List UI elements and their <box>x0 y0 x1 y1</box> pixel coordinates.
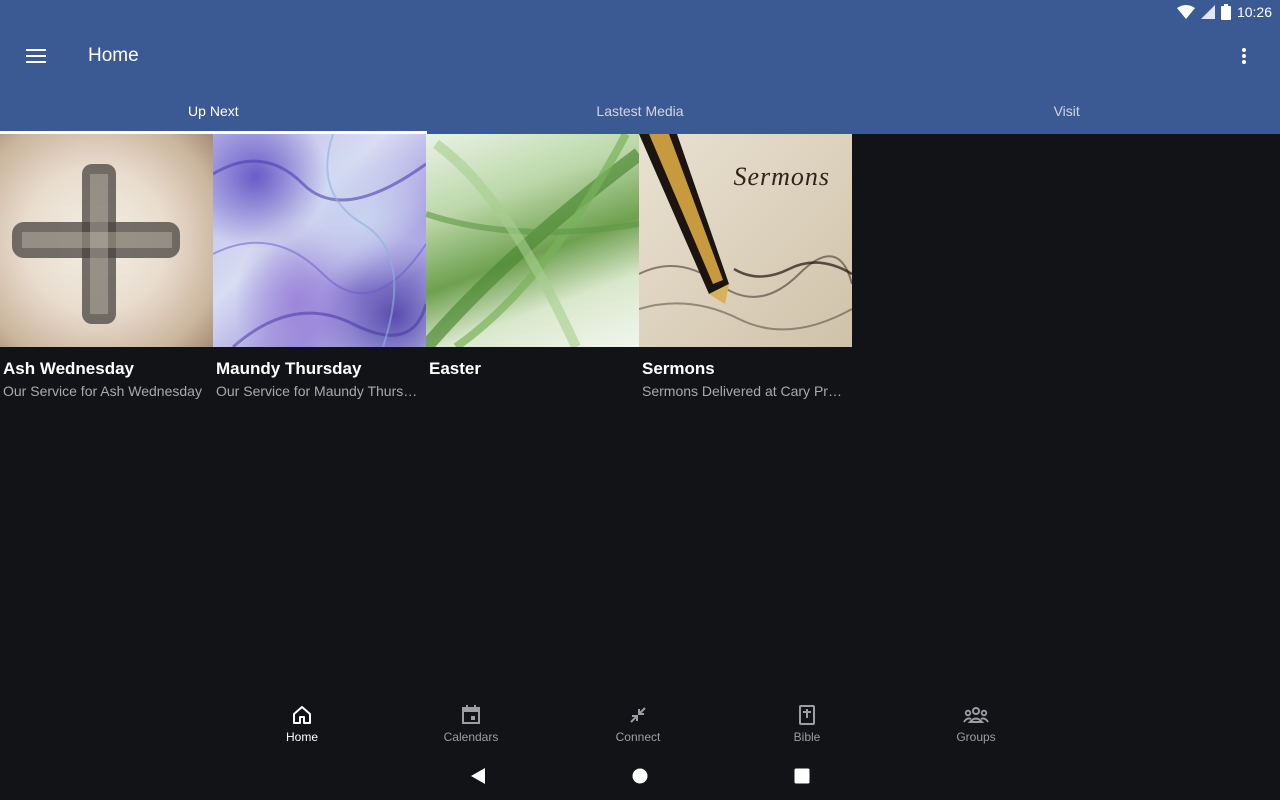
system-navigation-bar <box>0 752 1280 800</box>
card-subtitle: Our Service for Ash Wednesday <box>3 383 202 399</box>
nav-label: Calendars <box>443 730 499 744</box>
tab-bar: Up Next Lastest Media Visit <box>0 88 1280 134</box>
recents-square-icon <box>794 768 810 784</box>
nav-label: Home <box>285 730 318 744</box>
tab-visit[interactable]: Visit <box>853 88 1280 134</box>
tab-label: Lastest Media <box>596 103 684 119</box>
nav-label: Groups <box>956 730 996 744</box>
nav-connect[interactable]: Connect <box>583 704 693 752</box>
bible-icon <box>799 705 815 725</box>
sermons-image-text: Sermons <box>733 162 830 191</box>
palm-fronds-graphic <box>426 134 639 347</box>
card-easter[interactable]: Easter <box>426 134 639 399</box>
recents-button[interactable] <box>790 764 814 788</box>
tab-label: Visit <box>1053 103 1080 119</box>
card-subtitle: Our Service for Maundy Thursday <box>216 383 426 399</box>
battery-icon <box>1220 4 1231 20</box>
menu-button[interactable] <box>14 34 58 78</box>
tab-label: Up Next <box>188 103 239 119</box>
home-system-button[interactable] <box>628 764 652 788</box>
fountain-pen-image: Sermons <box>639 134 852 347</box>
cell-signal-icon <box>1200 5 1215 19</box>
card-subtitle: Sermons Delivered at Cary Pres… <box>642 383 852 399</box>
card-title: Sermons <box>642 359 715 378</box>
card-ash-wednesday[interactable]: Ash Wednesday Our Service for Ash Wednes… <box>0 134 213 399</box>
palm-leaves-image <box>426 134 639 347</box>
more-vert-icon <box>1242 48 1246 64</box>
status-time: 10:26 <box>1236 4 1272 20</box>
content-grid: Ash Wednesday Our Service for Ash Wednes… <box>0 134 852 399</box>
nav-label: Connect <box>615 730 661 744</box>
page-title: Home <box>88 45 139 66</box>
card-sermons[interactable]: Sermons Sermons Sermons Delivered at Car… <box>639 134 852 399</box>
bottom-navigation: Home Calendars Connect Bible Groups <box>0 700 1280 752</box>
card-title: Maundy Thursday <box>216 359 362 378</box>
nav-groups[interactable]: Groups <box>921 704 1031 752</box>
card-maundy-thursday[interactable]: Maundy Thursday Our Service for Maundy T… <box>213 134 426 399</box>
nav-bible[interactable]: Bible <box>752 704 862 752</box>
card-title: Easter <box>429 359 481 378</box>
app-bar: Home <box>0 24 1280 88</box>
connect-icon <box>630 707 646 723</box>
status-bar: 10:26 <box>0 0 1280 24</box>
overflow-menu-button[interactable] <box>1222 34 1266 78</box>
home-circle-icon <box>632 768 648 784</box>
ash-cross-image <box>0 134 213 347</box>
back-button[interactable] <box>466 764 490 788</box>
nav-label: Bible <box>793 730 821 744</box>
tab-up-next[interactable]: Up Next <box>0 88 427 134</box>
marbled-paint-image <box>213 134 426 347</box>
groups-icon <box>963 707 989 723</box>
marble-veins-graphic <box>213 134 426 347</box>
home-icon <box>293 706 311 724</box>
card-title: Ash Wednesday <box>3 359 135 378</box>
status-icons: 10:26 <box>1176 3 1272 21</box>
back-triangle-icon <box>471 768 485 784</box>
calendar-icon <box>462 705 480 724</box>
wifi-icon <box>1176 5 1195 19</box>
nav-calendars[interactable]: Calendars <box>416 704 526 752</box>
nav-home[interactable]: Home <box>247 704 357 752</box>
tab-lastest-media[interactable]: Lastest Media <box>427 88 854 134</box>
hamburger-menu-icon <box>26 49 46 63</box>
ash-cross-graphic <box>12 164 180 324</box>
